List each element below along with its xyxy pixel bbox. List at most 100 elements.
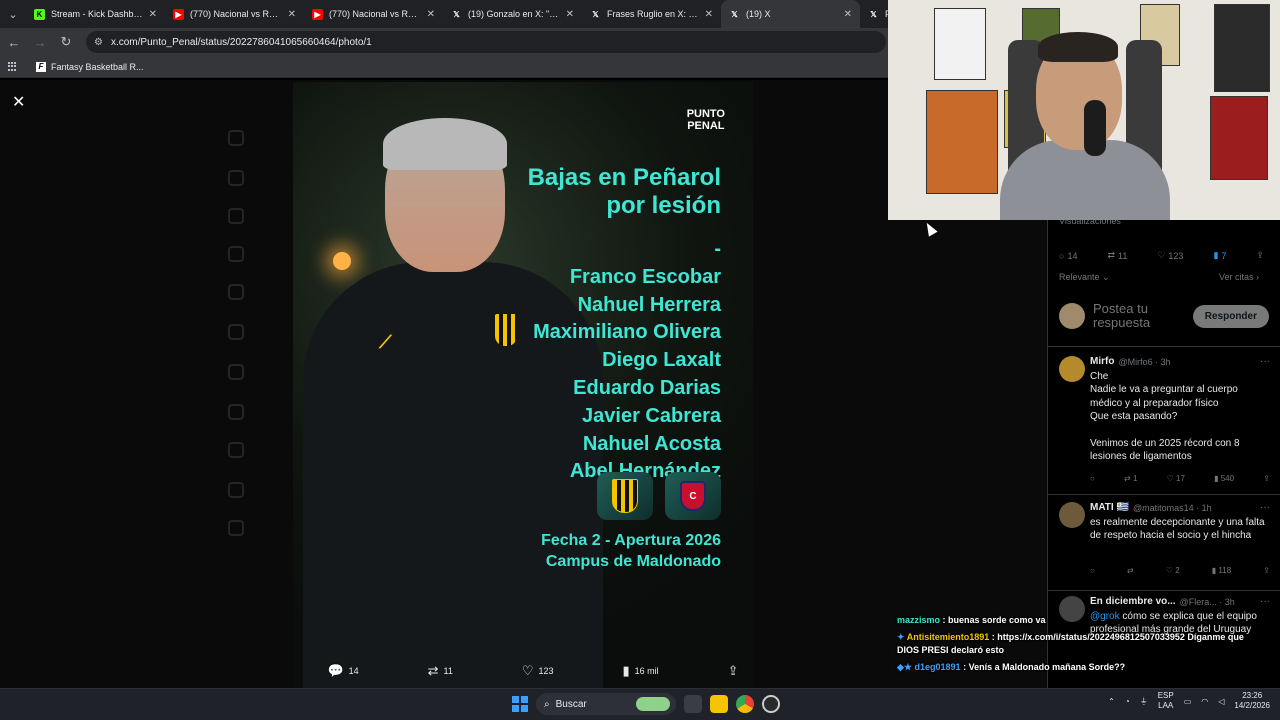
obs-icon[interactable] xyxy=(762,695,780,713)
streamer-hair xyxy=(1038,32,1118,62)
reply-action[interactable]: 💬 14 xyxy=(327,663,358,679)
wall-poster xyxy=(1210,96,1268,180)
apps-grid-icon[interactable] xyxy=(8,61,18,72)
share-button[interactable]: ⇪ xyxy=(1256,250,1264,261)
more-icon[interactable]: ··· xyxy=(1260,502,1270,513)
share-icon[interactable]: ⇪ xyxy=(1263,566,1270,575)
tab[interactable]: ▶ (770) Nacional vs Racing ✕ xyxy=(304,0,443,28)
chrome-icon[interactable] xyxy=(736,695,754,713)
network-icon[interactable]: ◔ xyxy=(1125,697,1130,706)
like-stat[interactable]: ♡ 17 xyxy=(1167,474,1185,483)
reply-icon[interactable]: ○ xyxy=(1090,566,1095,575)
rival-badge: C xyxy=(665,472,721,520)
tab-search-icon[interactable]: ⌄ xyxy=(0,0,26,28)
repost-button[interactable]: ⇄ 11 xyxy=(1107,250,1127,261)
reply-line: Nadie le va a preguntar al cuerpo médico… xyxy=(1090,384,1238,409)
like-action[interactable]: ♡ 123 xyxy=(522,663,554,679)
x-icon: 𝕏 xyxy=(731,9,738,19)
tab[interactable]: ▶ (770) Nacional vs Racing ✕ xyxy=(165,0,304,28)
language-indicator[interactable]: ESP LAA xyxy=(1158,691,1174,711)
close-viewer-icon[interactable]: ✕ xyxy=(12,92,25,112)
search-placeholder: Buscar xyxy=(555,698,587,710)
chevron-up-icon[interactable]: ⌃ xyxy=(1108,697,1115,706)
reply-input[interactable]: Postea tu respuesta xyxy=(1093,302,1173,330)
repost-stat[interactable]: ⇄ 1 xyxy=(1124,474,1137,483)
match-info: Fecha 2 - Apertura 2026 Campus de Maldon… xyxy=(541,530,721,572)
share-action[interactable]: ⇪ xyxy=(728,663,739,679)
file-explorer-icon[interactable] xyxy=(710,695,728,713)
views-action[interactable]: ▮ 16 mil xyxy=(622,663,658,679)
player-name: Nahuel Acosta xyxy=(582,432,721,455)
forward-icon[interactable]: → xyxy=(28,30,52,54)
tab[interactable]: 𝕏 Frases Ruglio en X: "Quer ✕ xyxy=(582,0,721,28)
microphone-icon xyxy=(1084,100,1106,156)
repost-action[interactable]: ⇄ 11 xyxy=(428,663,453,679)
monitor-icon[interactable]: ▭ xyxy=(1184,697,1192,706)
reply-text: es realmente decepcionante y una falta d… xyxy=(1090,516,1268,543)
more-icon[interactable]: ··· xyxy=(1260,596,1270,607)
share-icon[interactable]: ⇪ xyxy=(1263,474,1270,483)
repost-icon: ⇄ xyxy=(1107,250,1115,260)
player-name: Eduardo Darias xyxy=(573,376,721,399)
system-tray: ⌃ ◔ ⏚ ESP LAA ▭ ◠ ◁ 23:26 14/2/2026 xyxy=(1108,691,1270,711)
penarol-badge xyxy=(597,472,653,520)
reply-item[interactable]: MATI 🇺🇾 @matitomas14 · 1h ··· es realmen… xyxy=(1059,502,1270,582)
bookmark-item[interactable]: F Fantasy Basketball R... xyxy=(36,61,144,72)
taskbar-search[interactable]: ⌕ Buscar xyxy=(536,693,676,715)
quotes-link[interactable]: Ver citas › xyxy=(1219,272,1259,283)
repost-count: 1 xyxy=(1132,474,1138,483)
player-name: Nahuel Herrera xyxy=(577,293,721,316)
back-icon[interactable]: ← xyxy=(2,30,26,54)
like-button[interactable]: ♡ 123 xyxy=(1157,250,1183,261)
like-stat[interactable]: ♡ 2 xyxy=(1166,566,1180,575)
view-count: 16 mil xyxy=(634,666,659,676)
x-icon: 𝕏 xyxy=(453,9,460,19)
bookmark-button[interactable]: ▮ 7 xyxy=(1213,250,1226,261)
sort-dropdown[interactable]: Relevante ⌄ xyxy=(1059,272,1110,283)
like-count: 2 xyxy=(1175,566,1180,575)
reply-submit-button[interactable]: Responder xyxy=(1192,304,1269,328)
divider xyxy=(1048,494,1280,495)
close-icon[interactable]: ✕ xyxy=(427,9,435,20)
tab-title: (770) Nacional vs Racing xyxy=(190,9,282,19)
chat-user: Antisitemiento1891 xyxy=(906,632,990,642)
views-stat[interactable]: ▮ 540 xyxy=(1214,474,1234,483)
clock[interactable]: 23:26 14/2/2026 xyxy=(1234,691,1270,711)
reply-item[interactable]: Mirfo @Mirfo6 · 3h ··· Che Nadie le va a… xyxy=(1059,356,1270,486)
close-icon[interactable]: ✕ xyxy=(566,9,574,20)
microphone-icon[interactable]: ⏚ xyxy=(1140,696,1148,707)
sort-row: Relevante ⌄ Ver citas › xyxy=(1059,272,1259,283)
tab-active[interactable]: 𝕏 (19) X ✕ xyxy=(721,0,860,28)
tab[interactable]: 𝕏 (19) Gonzalo en X: "Silver ✕ xyxy=(443,0,582,28)
repost-icon[interactable]: ⇄ xyxy=(1127,566,1134,575)
reply-composer: Postea tu respuesta Responder xyxy=(1059,296,1269,336)
reply-button[interactable]: ○ 14 xyxy=(1059,250,1077,261)
task-view-icon[interactable] xyxy=(684,695,702,713)
address-bar[interactable]: ⚙ x.com/Punto_Penal/status/2022786041065… xyxy=(86,31,886,53)
reply-panel: Visualizaciones ○ 14 ⇄ 11 ♡ 123 ▮ 7 ⇪ Releva… xyxy=(1047,140,1280,688)
views-stat[interactable]: ▮ 118 xyxy=(1212,566,1231,575)
windows-start-icon[interactable] xyxy=(512,696,528,712)
youtube-icon: ▶ xyxy=(173,8,184,20)
chat-message: ✦ Antisitemiento1891 : https://x.com/i/s… xyxy=(897,631,1267,657)
quotes-label: Ver citas xyxy=(1218,272,1254,282)
tab[interactable]: K Stream - Kick Dashboard ✕ xyxy=(26,0,165,28)
volume-icon[interactable]: ◁ xyxy=(1218,697,1224,706)
close-icon[interactable]: ✕ xyxy=(705,9,713,20)
wifi-icon[interactable]: ◠ xyxy=(1201,697,1208,706)
close-icon[interactable]: ✕ xyxy=(288,9,296,20)
more-icon[interactable]: ··· xyxy=(1260,356,1270,367)
search-highlight-icon xyxy=(636,697,670,711)
reply-header: En diciembre vo... @Flera... · 3h ··· xyxy=(1090,596,1270,607)
divider xyxy=(1048,590,1280,591)
reply-icon[interactable]: ○ xyxy=(1090,474,1095,483)
tab-title: (770) Nacional vs Racing xyxy=(329,9,421,19)
close-icon[interactable]: ✕ xyxy=(844,9,852,20)
player-name: Diego Laxalt xyxy=(602,349,721,372)
wall-poster xyxy=(934,8,986,80)
player-name: Javier Cabrera xyxy=(582,404,721,427)
site-info-icon[interactable]: ⚙ xyxy=(94,37,103,48)
taskbar-center: ⌕ Buscar xyxy=(512,693,780,715)
close-icon[interactable]: ✕ xyxy=(149,9,157,20)
reload-icon[interactable]: ↻ xyxy=(54,30,78,54)
